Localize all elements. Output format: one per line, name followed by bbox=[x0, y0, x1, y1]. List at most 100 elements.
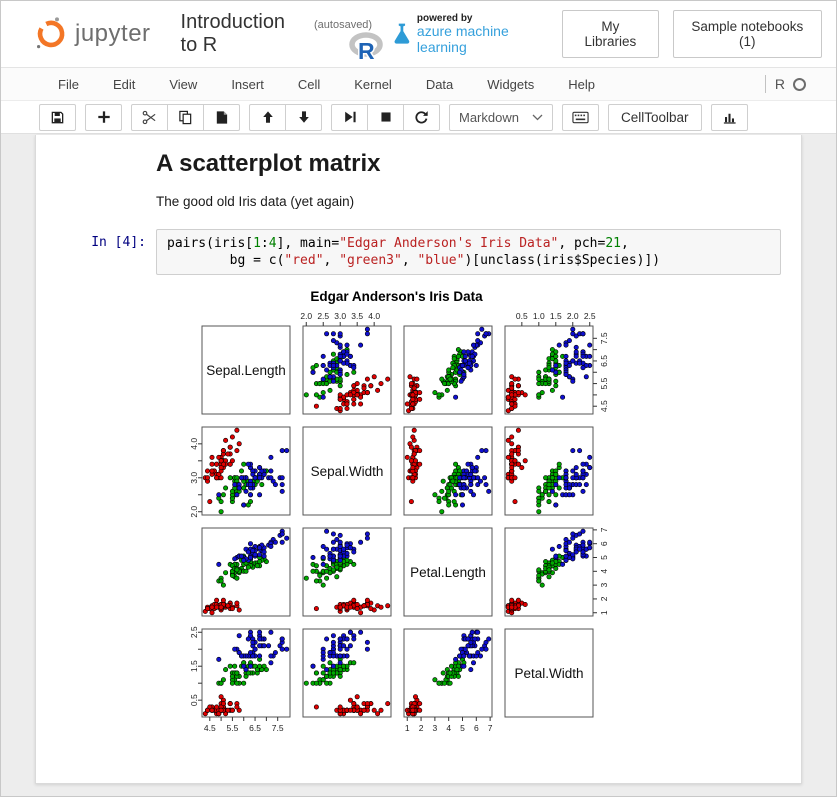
save-button[interactable] bbox=[39, 104, 76, 131]
svg-text:Petal.Length: Petal.Length bbox=[410, 565, 486, 580]
svg-text:4: 4 bbox=[446, 723, 451, 733]
svg-text:4.0: 4.0 bbox=[189, 438, 199, 450]
toolbar: Markdown CellToolbar bbox=[1, 101, 836, 134]
celltoolbar-button[interactable]: CellToolbar bbox=[608, 104, 702, 131]
menu-item-data[interactable]: Data bbox=[426, 77, 453, 92]
svg-text:0.5: 0.5 bbox=[189, 694, 199, 706]
arrow-up-icon bbox=[261, 110, 275, 124]
svg-text:2.5: 2.5 bbox=[317, 311, 329, 321]
app-window: jupyter Introduction to R (autosaved) po… bbox=[0, 0, 837, 797]
svg-text:2: 2 bbox=[599, 596, 609, 601]
markdown-subtitle: The good old Iris data (yet again) bbox=[156, 194, 771, 209]
chart-button[interactable] bbox=[711, 104, 748, 131]
r-language-logo: R R bbox=[347, 32, 387, 64]
copy-icon bbox=[178, 110, 193, 125]
interrupt-kernel-button[interactable] bbox=[367, 104, 404, 131]
kernel-idle-icon bbox=[793, 78, 806, 91]
jupyter-logo-text: jupyter bbox=[75, 20, 151, 48]
menu-item-edit[interactable]: Edit bbox=[113, 77, 135, 92]
refresh-icon bbox=[414, 110, 429, 125]
menu-item-insert[interactable]: Insert bbox=[231, 77, 264, 92]
azure-ml-label[interactable]: azure machine learning bbox=[417, 24, 548, 55]
svg-text:6: 6 bbox=[474, 723, 479, 733]
kernel-indicator: R bbox=[765, 75, 806, 93]
code-editor[interactable]: pairs(iris[1:4], main="Edgar Anderson's … bbox=[156, 229, 781, 275]
svg-text:7.5: 7.5 bbox=[599, 332, 609, 344]
svg-text:3.5: 3.5 bbox=[351, 311, 363, 321]
cut-cell-button[interactable] bbox=[131, 104, 168, 131]
move-cell-down-button[interactable] bbox=[285, 104, 322, 131]
copy-cell-button[interactable] bbox=[167, 104, 204, 131]
markdown-cell[interactable]: A scatterplot matrix The good old Iris d… bbox=[156, 150, 771, 209]
arrow-down-icon bbox=[297, 110, 311, 124]
svg-text:2.0: 2.0 bbox=[300, 311, 312, 321]
restart-kernel-button[interactable] bbox=[403, 104, 440, 131]
cell-output: Edgar Anderson's Iris Data Sepal.Length 2… bbox=[156, 289, 801, 739]
flask-icon bbox=[392, 21, 412, 47]
svg-text:4.0: 4.0 bbox=[368, 311, 380, 321]
keyboard-icon bbox=[572, 111, 589, 124]
cell-type-dropdown[interactable]: Markdown bbox=[449, 104, 553, 131]
menu-item-view[interactable]: View bbox=[169, 77, 197, 92]
svg-text:Sepal.Width: Sepal.Width bbox=[311, 464, 384, 479]
svg-text:2.5: 2.5 bbox=[189, 626, 199, 638]
menubar: File Edit View Insert Cell Kernel Data Widgets H… bbox=[1, 67, 836, 101]
svg-text:Sepal.Length: Sepal.Length bbox=[206, 363, 286, 378]
svg-text:2: 2 bbox=[419, 723, 424, 733]
input-prompt: In [4]: bbox=[36, 229, 156, 275]
menu-item-kernel[interactable]: Kernel bbox=[354, 77, 392, 92]
cell-type-value: Markdown bbox=[459, 110, 519, 125]
save-icon bbox=[50, 110, 65, 125]
svg-text:4: 4 bbox=[599, 569, 609, 574]
svg-text:4.5: 4.5 bbox=[204, 723, 216, 733]
svg-text:1.0: 1.0 bbox=[533, 311, 545, 321]
svg-text:3: 3 bbox=[433, 723, 438, 733]
svg-text:7.5: 7.5 bbox=[272, 723, 284, 733]
code-cell[interactable]: In [4]: pairs(iris[1:4], main="Edgar And… bbox=[36, 229, 801, 275]
svg-text:2.0: 2.0 bbox=[189, 506, 199, 518]
autosave-status: (autosaved) bbox=[314, 19, 372, 31]
command-palette-button[interactable] bbox=[562, 104, 599, 131]
menu-item-widgets[interactable]: Widgets bbox=[487, 77, 534, 92]
svg-text:7: 7 bbox=[488, 723, 493, 733]
svg-text:3.0: 3.0 bbox=[189, 472, 199, 484]
svg-text:R: R bbox=[358, 38, 375, 64]
svg-text:7: 7 bbox=[599, 527, 609, 532]
svg-text:3.0: 3.0 bbox=[334, 311, 346, 321]
svg-text:1.5: 1.5 bbox=[189, 660, 199, 672]
jupyter-logo[interactable]: jupyter bbox=[33, 16, 151, 52]
sample-notebooks-button[interactable]: Sample notebooks (1) bbox=[673, 10, 822, 58]
step-forward-icon bbox=[343, 110, 357, 124]
chevron-down-icon bbox=[532, 114, 543, 121]
svg-text:4.5: 4.5 bbox=[599, 400, 609, 412]
plot-title: Edgar Anderson's Iris Data bbox=[178, 289, 615, 304]
svg-text:3: 3 bbox=[599, 582, 609, 587]
svg-text:6: 6 bbox=[599, 541, 609, 546]
menu-item-file[interactable]: File bbox=[58, 77, 79, 92]
celltoolbar-label: CellToolbar bbox=[621, 110, 689, 125]
svg-text:5.5: 5.5 bbox=[227, 723, 239, 733]
svg-text:6.5: 6.5 bbox=[599, 355, 609, 367]
jupyter-logo-icon bbox=[33, 16, 69, 52]
move-cell-up-button[interactable] bbox=[249, 104, 286, 131]
svg-text:2.0: 2.0 bbox=[567, 311, 579, 321]
pairs-plot: Edgar Anderson's Iris Data Sepal.Length 2… bbox=[178, 289, 615, 739]
add-cell-button[interactable] bbox=[85, 104, 122, 131]
my-libraries-button[interactable]: My Libraries bbox=[562, 10, 658, 58]
plus-icon bbox=[97, 110, 111, 124]
notebook-title[interactable]: Introduction to R bbox=[181, 11, 307, 57]
azure-branding: powered by azure machine learning bbox=[392, 13, 548, 55]
run-cell-button[interactable] bbox=[331, 104, 368, 131]
pairs-plot-svg: Sepal.Length 2.0 2.5 3.0 3.5 4.0 0.5 1.0 1.5 2.0 2… bbox=[178, 308, 615, 739]
menu-item-help[interactable]: Help bbox=[568, 77, 595, 92]
markdown-heading: A scatterplot matrix bbox=[156, 150, 771, 178]
svg-text:5: 5 bbox=[599, 555, 609, 560]
paste-icon bbox=[214, 110, 229, 125]
svg-text:Petal.Width: Petal.Width bbox=[514, 666, 583, 681]
svg-text:2.5: 2.5 bbox=[584, 311, 596, 321]
menu-item-cell[interactable]: Cell bbox=[298, 77, 320, 92]
notebook-sheet: A scatterplot matrix The good old Iris d… bbox=[35, 135, 802, 784]
svg-text:1: 1 bbox=[599, 610, 609, 615]
paste-cell-button[interactable] bbox=[203, 104, 240, 131]
scissors-icon bbox=[142, 110, 157, 125]
